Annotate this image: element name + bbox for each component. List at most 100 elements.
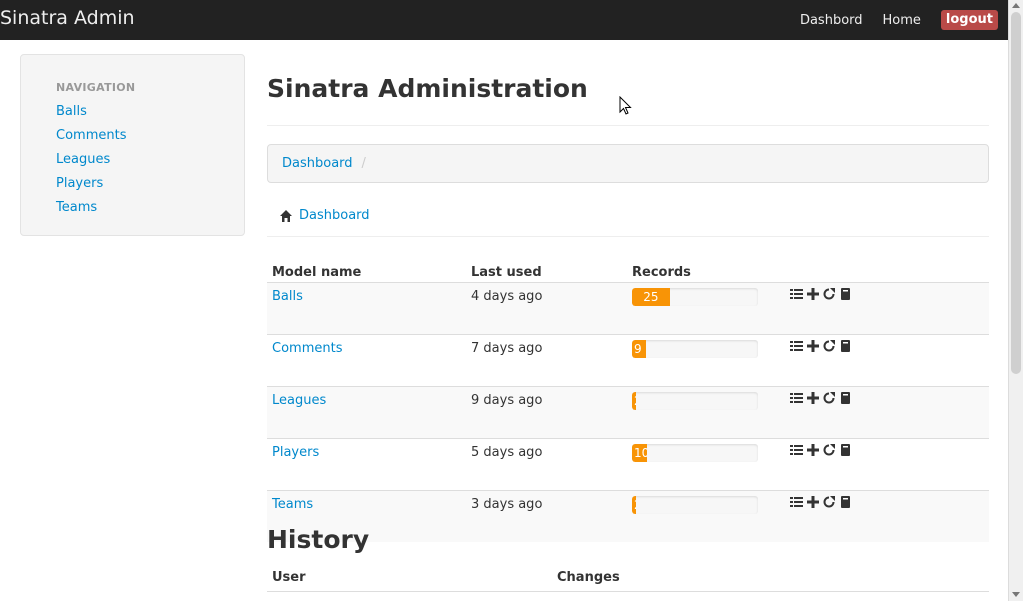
table-row: Balls 4 days ago 25 xyxy=(267,282,989,335)
model-name-cell: Leagues xyxy=(267,386,466,439)
actions-cell xyxy=(788,490,989,542)
export-icon[interactable] xyxy=(823,392,836,404)
export-icon[interactable] xyxy=(823,340,836,352)
records-cell: 9 xyxy=(627,334,788,387)
nav-link-dashboard[interactable]: Dashbord xyxy=(800,13,863,28)
records-progress-bar: 2 xyxy=(632,392,758,410)
breadcrumb-dashboard[interactable]: Dashboard xyxy=(282,156,353,171)
plus-icon[interactable] xyxy=(807,392,819,404)
scroll-up-icon[interactable] xyxy=(1012,3,1020,8)
home-dashboard-link[interactable]: Dashboard xyxy=(299,208,370,223)
list-icon[interactable] xyxy=(790,340,803,352)
records-cell: 10 xyxy=(627,438,788,491)
top-navbar: Sinatra Admin Dashbord Home logout xyxy=(0,0,1008,40)
records-progress-bar: 9 xyxy=(632,340,758,358)
scroll-down-icon[interactable] xyxy=(1012,592,1020,597)
records-count: 25 xyxy=(643,290,659,304)
sidebar-item-players[interactable]: Players xyxy=(56,176,103,191)
model-link[interactable]: Players xyxy=(272,445,319,460)
history-title: History xyxy=(267,525,370,554)
breadcrumb-divider: / xyxy=(361,156,366,171)
model-name-cell: Players xyxy=(267,438,466,491)
actions-cell xyxy=(788,334,989,387)
title-divider xyxy=(267,125,989,126)
last-used-cell: 7 days ago xyxy=(466,334,627,387)
delete-icon[interactable] xyxy=(840,340,851,352)
records-progress-fill: 25 xyxy=(632,288,670,306)
model-link[interactable]: Teams xyxy=(272,497,313,512)
records-cell: 25 xyxy=(627,282,788,335)
records-progress-fill: 10 xyxy=(632,444,648,462)
records-progress-fill: 2 xyxy=(632,392,636,410)
list-icon[interactable] xyxy=(790,288,803,300)
logout-button[interactable]: logout xyxy=(940,10,998,30)
nav-link-home[interactable]: Home xyxy=(883,13,921,28)
records-cell: 2 xyxy=(627,490,788,542)
mouse-cursor-icon xyxy=(619,96,632,115)
page-title: Sinatra Administration xyxy=(267,74,588,103)
history-header-changes: Changes xyxy=(557,570,620,585)
vertical-scrollbar[interactable] xyxy=(1008,0,1023,601)
list-icon[interactable] xyxy=(790,496,803,508)
home-row: Dashboard xyxy=(279,208,370,223)
delete-icon[interactable] xyxy=(840,496,851,508)
delete-icon[interactable] xyxy=(840,392,851,404)
plus-icon[interactable] xyxy=(807,496,819,508)
sidebar-item-leagues[interactable]: Leagues xyxy=(56,152,110,167)
header-model-name: Model name xyxy=(272,265,362,280)
delete-icon[interactable] xyxy=(840,444,851,456)
table-row: Comments 7 days ago 9 xyxy=(267,334,989,387)
model-name-cell: Comments xyxy=(267,334,466,387)
records-progress-bar: 10 xyxy=(632,444,758,462)
records-count: 2 xyxy=(634,497,636,513)
plus-icon[interactable] xyxy=(807,340,819,352)
last-used-cell: 9 days ago xyxy=(466,386,627,439)
export-icon[interactable] xyxy=(823,496,836,508)
header-actions xyxy=(788,258,989,283)
export-icon[interactable] xyxy=(823,444,836,456)
model-name-cell: Balls xyxy=(267,282,466,335)
last-used-cell: 3 days ago xyxy=(466,490,627,542)
table-row: Teams 3 days ago 2 xyxy=(267,490,989,542)
delete-icon[interactable] xyxy=(840,288,851,300)
sidebar-item-balls[interactable]: Balls xyxy=(56,104,87,119)
records-cell: 2 xyxy=(627,386,788,439)
home-icon xyxy=(280,209,292,222)
actions-cell xyxy=(788,438,989,491)
records-progress-fill: 2 xyxy=(632,496,636,514)
breadcrumb: Dashboard / xyxy=(267,144,989,183)
last-used-cell: 4 days ago xyxy=(466,282,627,335)
sidebar-list: Balls Comments Leagues Players Teams xyxy=(56,103,126,223)
table-row: Leagues 9 days ago 2 xyxy=(267,386,989,439)
actions-cell xyxy=(788,282,989,335)
records-count: 10 xyxy=(634,446,648,460)
sidebar-item-teams[interactable]: Teams xyxy=(56,200,97,215)
records-progress-bar: 2 xyxy=(632,496,758,514)
records-progress-bar: 25 xyxy=(632,288,758,306)
sidebar: NAVIGATION Balls Comments Leagues Player… xyxy=(20,54,245,236)
home-divider xyxy=(267,236,989,237)
last-used-cell: 5 days ago xyxy=(466,438,627,491)
plus-icon[interactable] xyxy=(807,288,819,300)
records-count: 2 xyxy=(634,393,636,409)
models-table: Model name Last used Records Balls 4 days… xyxy=(267,258,989,542)
navbar-links: Dashbord Home logout xyxy=(780,0,998,40)
list-icon[interactable] xyxy=(790,392,803,404)
header-last-used: Last used xyxy=(471,265,542,280)
list-icon[interactable] xyxy=(790,444,803,456)
model-link[interactable]: Comments xyxy=(272,341,342,356)
table-row: Players 5 days ago 10 xyxy=(267,438,989,491)
sidebar-item-comments[interactable]: Comments xyxy=(56,128,126,143)
actions-cell xyxy=(788,386,989,439)
model-link[interactable]: Balls xyxy=(272,289,303,304)
history-header-user: User xyxy=(272,570,306,585)
brand[interactable]: Sinatra Admin xyxy=(0,7,135,29)
export-icon[interactable] xyxy=(823,288,836,300)
history-divider xyxy=(267,591,989,592)
history-table-header: User Changes xyxy=(267,570,989,592)
model-link[interactable]: Leagues xyxy=(272,393,326,408)
sidebar-header: NAVIGATION xyxy=(56,81,136,94)
plus-icon[interactable] xyxy=(807,444,819,456)
records-progress-fill: 9 xyxy=(632,340,646,358)
scroll-thumb[interactable] xyxy=(1011,12,1021,374)
